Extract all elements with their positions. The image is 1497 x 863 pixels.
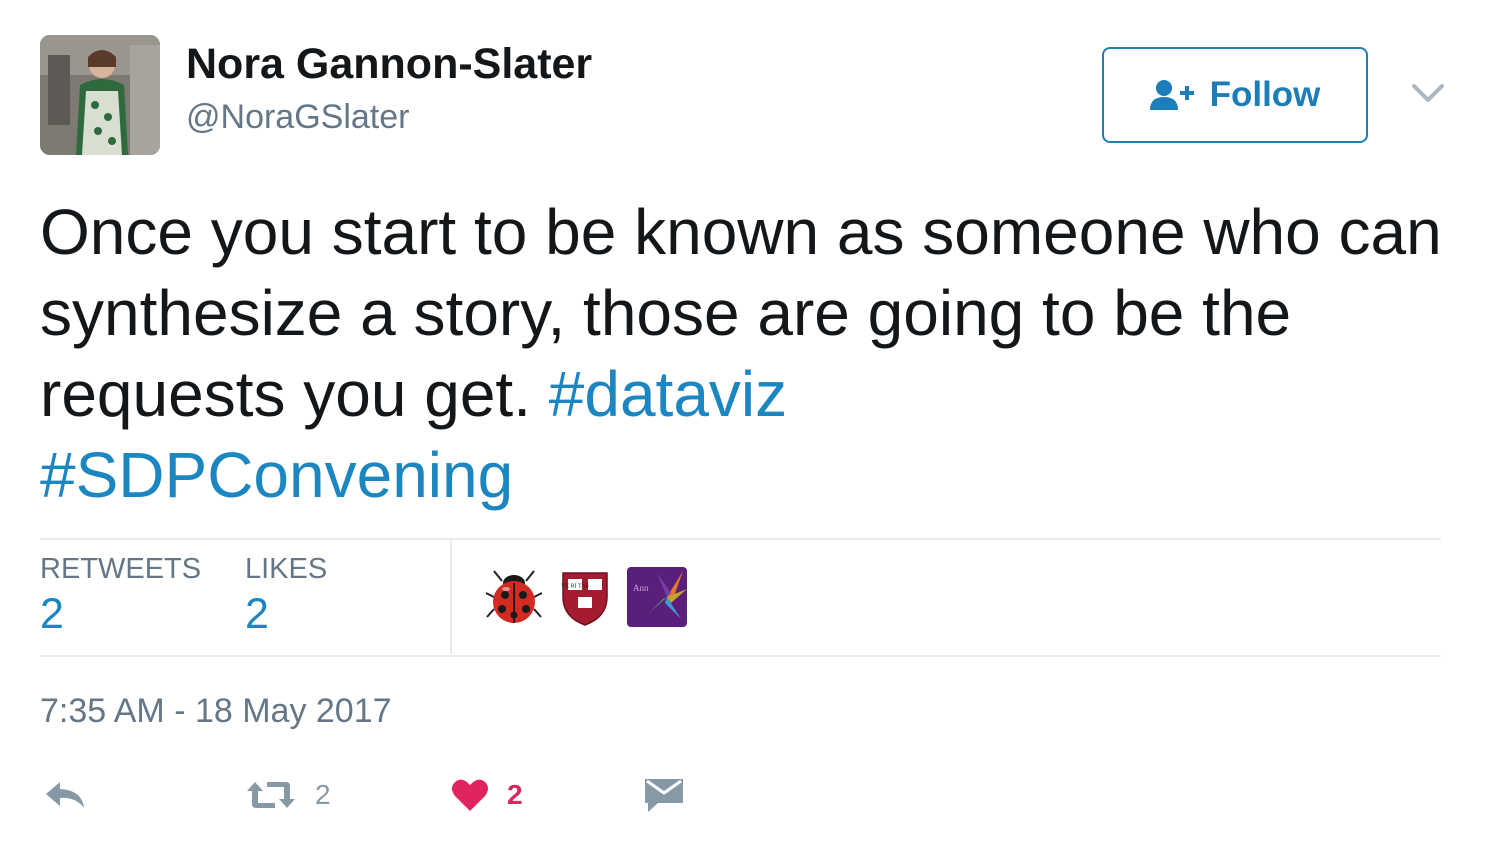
hashtag-sdpconvening[interactable]: #SDPConvening [40, 439, 513, 511]
divider [40, 655, 1441, 657]
retweet-count: 2 [315, 779, 331, 810]
user-handle[interactable]: @NoraGSlater [186, 98, 409, 137]
like-count: 2 [507, 779, 523, 810]
tweet-timestamp[interactable]: 7:35 AM - 18 May 2017 [40, 692, 392, 731]
display-name[interactable]: Nora Gannon-Slater [186, 40, 592, 89]
reply-icon [46, 782, 84, 808]
divider [40, 538, 1441, 540]
reply-button[interactable] [44, 770, 88, 820]
retweet-icon [247, 782, 295, 808]
profile-photo-icon [40, 35, 160, 155]
hashtag-dataviz[interactable]: #dataviz [549, 358, 787, 430]
like-button[interactable]: 2 [451, 770, 523, 820]
ladybug-icon [485, 570, 543, 623]
more-options-button[interactable] [1408, 78, 1448, 108]
add-user-icon [1149, 80, 1194, 110]
follow-label: Follow [1209, 75, 1321, 114]
liker-avatar[interactable]: Ann [627, 567, 687, 627]
liker-avatar[interactable] [484, 567, 544, 627]
avatar-text: Ann [633, 583, 649, 593]
heart-icon [452, 779, 488, 811]
follow-button[interactable]: Follow [1102, 47, 1368, 143]
likes-count[interactable]: 2 [245, 590, 269, 639]
liker-avatar[interactable]: VE RI TAS [555, 567, 615, 627]
likes-label: LIKES [245, 553, 328, 585]
harvard-shield-icon: VE RI TAS [561, 572, 608, 626]
shield-text: VE RI TAS [561, 584, 589, 590]
retweets-count[interactable]: 2 [40, 590, 64, 639]
direct-message-button[interactable] [644, 770, 684, 820]
retweet-button[interactable]: 2 [245, 770, 331, 820]
retweets-label: RETWEETS [40, 553, 202, 585]
tweet-text: Once you start to be known as someone wh… [40, 192, 1460, 516]
envelope-icon [645, 779, 683, 812]
stats-divider [450, 540, 452, 654]
chevron-down-icon [1412, 84, 1444, 102]
avatar[interactable] [40, 35, 160, 155]
purple-leaf-avatar-icon: Ann [627, 567, 687, 627]
